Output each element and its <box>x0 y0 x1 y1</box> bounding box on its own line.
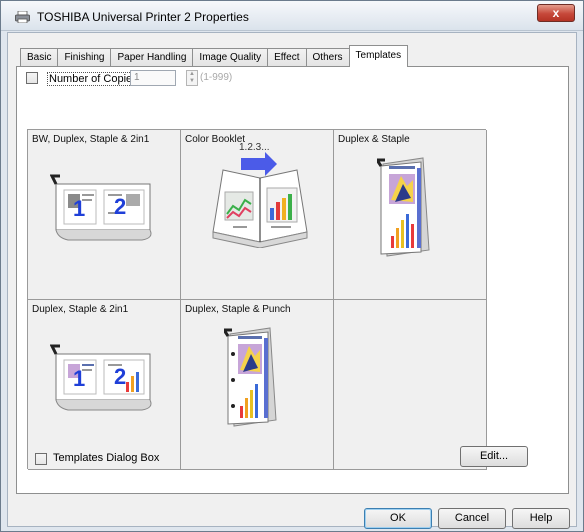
page-number-two: 2 <box>114 364 127 389</box>
spin-up-icon[interactable]: ▲ <box>187 71 197 78</box>
number-of-copies-checkbox[interactable] <box>26 72 38 84</box>
tab-templates[interactable]: Templates <box>348 45 409 67</box>
printer-icon <box>15 11 30 23</box>
template-label: Duplex, Staple & 2in1 <box>32 304 129 315</box>
tab-others[interactable]: Others <box>305 48 350 67</box>
cancel-button[interactable]: Cancel <box>438 508 506 529</box>
template-bw-duplex-staple-2in1[interactable]: BW, Duplex, Staple & 2in1 1 2 <box>28 130 181 300</box>
tab-strip: Basic Finishing Paper Handling Image Qua… <box>20 45 409 67</box>
title-bar[interactable]: TOSHIBA Universal Printer 2 Properties x <box>1 1 583 31</box>
template-label: Duplex, Staple & Punch <box>185 304 291 315</box>
page-number-one: 1 <box>73 366 86 391</box>
templates-grid: BW, Duplex, Staple & 2in1 1 2 Color Book… <box>27 129 487 470</box>
number-of-copies-label: Number of Copies <box>47 72 140 86</box>
duplex-staple-preview-icon <box>377 157 430 257</box>
tab-effect[interactable]: Effect <box>267 48 307 67</box>
duplex-2in1-preview-icon <box>50 174 152 241</box>
copies-spinner[interactable]: ▲ ▼ <box>186 70 198 86</box>
template-duplex-staple-2in1[interactable]: Duplex, Staple & 2in1 1 2 <box>28 300 181 470</box>
template-label: BW, Duplex, Staple & 2in1 <box>32 134 150 145</box>
tab-basic[interactable]: Basic <box>20 48 59 67</box>
templates-dialog-box-label: Templates Dialog Box <box>53 452 160 464</box>
template-duplex-staple-punch[interactable]: Duplex, Staple & Punch <box>181 300 334 470</box>
edit-button[interactable]: Edit... <box>460 446 528 467</box>
help-button[interactable]: Help <box>512 508 570 529</box>
duplex-punch-preview-icon <box>224 327 277 427</box>
template-label: Color Booklet <box>185 134 246 145</box>
close-button[interactable]: x <box>537 4 575 22</box>
page-number-two: 2 <box>114 194 127 219</box>
template-empty-slot <box>334 300 487 470</box>
booklet-preview-icon <box>212 152 308 248</box>
spin-down-icon[interactable]: ▼ <box>187 78 197 85</box>
window-title: TOSHIBA Universal Printer 2 Properties <box>37 10 249 24</box>
dialog-client-area: Basic Finishing Paper Handling Image Qua… <box>7 32 577 529</box>
copies-range-hint: (1-999) <box>200 72 233 83</box>
template-duplex-staple[interactable]: Duplex & Staple <box>334 130 487 300</box>
tab-finishing[interactable]: Finishing <box>57 48 112 67</box>
templates-dialog-box-checkbox[interactable] <box>35 453 47 465</box>
duplex-2in1-preview-icon <box>50 344 152 411</box>
templates-panel: Number of Copies 1 ▲ ▼ (1-999) BW, Duple… <box>16 66 569 494</box>
page-number-one: 1 <box>73 196 86 221</box>
template-color-booklet[interactable]: Color Booklet 1.2.3... <box>181 130 334 300</box>
tab-paper-handling[interactable]: Paper Handling <box>110 48 194 67</box>
properties-window: TOSHIBA Universal Printer 2 Properties x… <box>0 0 584 532</box>
tab-image-quality[interactable]: Image Quality <box>192 48 269 67</box>
ok-button[interactable]: OK <box>364 508 432 529</box>
template-label: Duplex & Staple <box>338 134 410 145</box>
close-icon: x <box>552 6 560 20</box>
number-of-copies-input[interactable]: 1 <box>130 70 176 86</box>
